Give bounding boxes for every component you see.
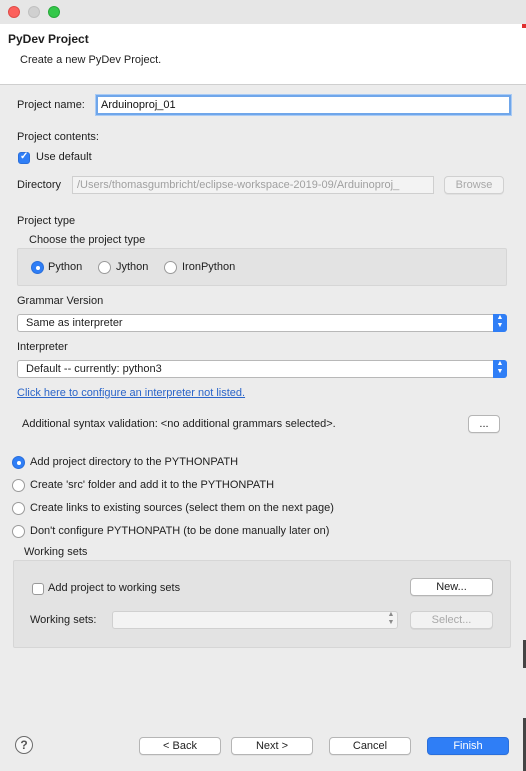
next-button[interactable]: Next > [231,737,313,755]
grammar-version-value: Same as interpreter [26,317,123,329]
radio-dont-configure[interactable] [12,525,25,538]
syntax-validation-label: Additional syntax validation: <no additi… [22,418,336,430]
radio-ironpython-label: IronPython [182,261,236,273]
project-name-label: Project name: [17,99,85,111]
project-name-input[interactable] [96,95,511,115]
close-window-button[interactable] [8,6,20,18]
working-sets-label: Working sets: [30,614,97,626]
chevron-updown-icon: ▲ ▼ [493,314,507,332]
help-icon[interactable]: ? [15,736,33,754]
directory-input[interactable]: /Users/thomasgumbricht/eclipse-workspace… [72,176,434,194]
radio-create-links-label: Create links to existing sources (select… [30,502,334,514]
interpreter-value: Default -- currently: python3 [26,363,162,375]
interpreter-select[interactable]: Default -- currently: python3 ▲ ▼ [17,360,507,378]
maximize-window-button[interactable] [48,6,60,18]
new-working-set-button[interactable]: New... [410,578,493,596]
project-contents-label: Project contents: [17,131,99,143]
working-sets-select[interactable]: ▲ ▼ [112,611,398,629]
interpreter-label: Interpreter [17,341,68,353]
browse-button[interactable]: Browse [444,176,504,194]
radio-create-src-folder[interactable] [12,479,25,492]
grammar-version-select[interactable]: Same as interpreter ▲ ▼ [17,314,507,332]
project-type-label: Project type [17,215,76,227]
add-to-working-sets-checkbox[interactable] [32,583,44,595]
chevron-updown-icon: ▲ ▼ [493,360,507,378]
working-sets-group: Add project to working sets New... Worki… [13,560,511,648]
project-type-group: Python Jython IronPython [17,248,507,286]
choose-project-type-label: Choose the project type [29,234,146,246]
working-sets-section-label: Working sets [24,546,88,558]
select-working-sets-button[interactable]: Select... [410,611,493,629]
radio-add-project-dir-label: Add project directory to the PYTHONPATH [30,456,239,468]
radio-python-label: Python [48,261,83,273]
back-button[interactable]: < Back [139,737,221,755]
grammar-version-label: Grammar Version [17,295,104,307]
radio-create-links[interactable] [12,502,25,515]
finish-button[interactable]: Finish [427,737,509,755]
window-titlebar [0,0,526,25]
dialog-title: PyDev Project [8,32,89,46]
radio-dont-configure-label: Don't configure PYTHONPATH (to be done m… [30,525,330,537]
radio-jython[interactable] [98,261,111,274]
cancel-button[interactable]: Cancel [329,737,411,755]
radio-add-project-dir[interactable] [12,456,25,469]
dialog-subtitle: Create a new PyDev Project. [20,54,162,66]
header-marker [522,24,526,28]
configure-interpreter-link[interactable]: Click here to configure an interpreter n… [17,387,245,399]
add-to-working-sets-label: Add project to working sets [48,582,181,594]
radio-python[interactable] [31,261,44,274]
directory-label: Directory [17,179,62,191]
radio-jython-label: Jython [116,261,149,273]
radio-ironpython[interactable] [164,261,177,274]
use-default-label: Use default [36,151,92,163]
radio-create-src-folder-label: Create 'src' folder and add it to the PY… [30,479,275,491]
minimize-window-button[interactable] [28,6,40,18]
chevron-updown-icon: ▲ ▼ [387,611,395,626]
syntax-options-button[interactable]: ... [468,415,500,433]
dialog-header: PyDev Project Create a new PyDev Project… [0,24,526,85]
use-default-checkbox[interactable] [18,151,30,164]
